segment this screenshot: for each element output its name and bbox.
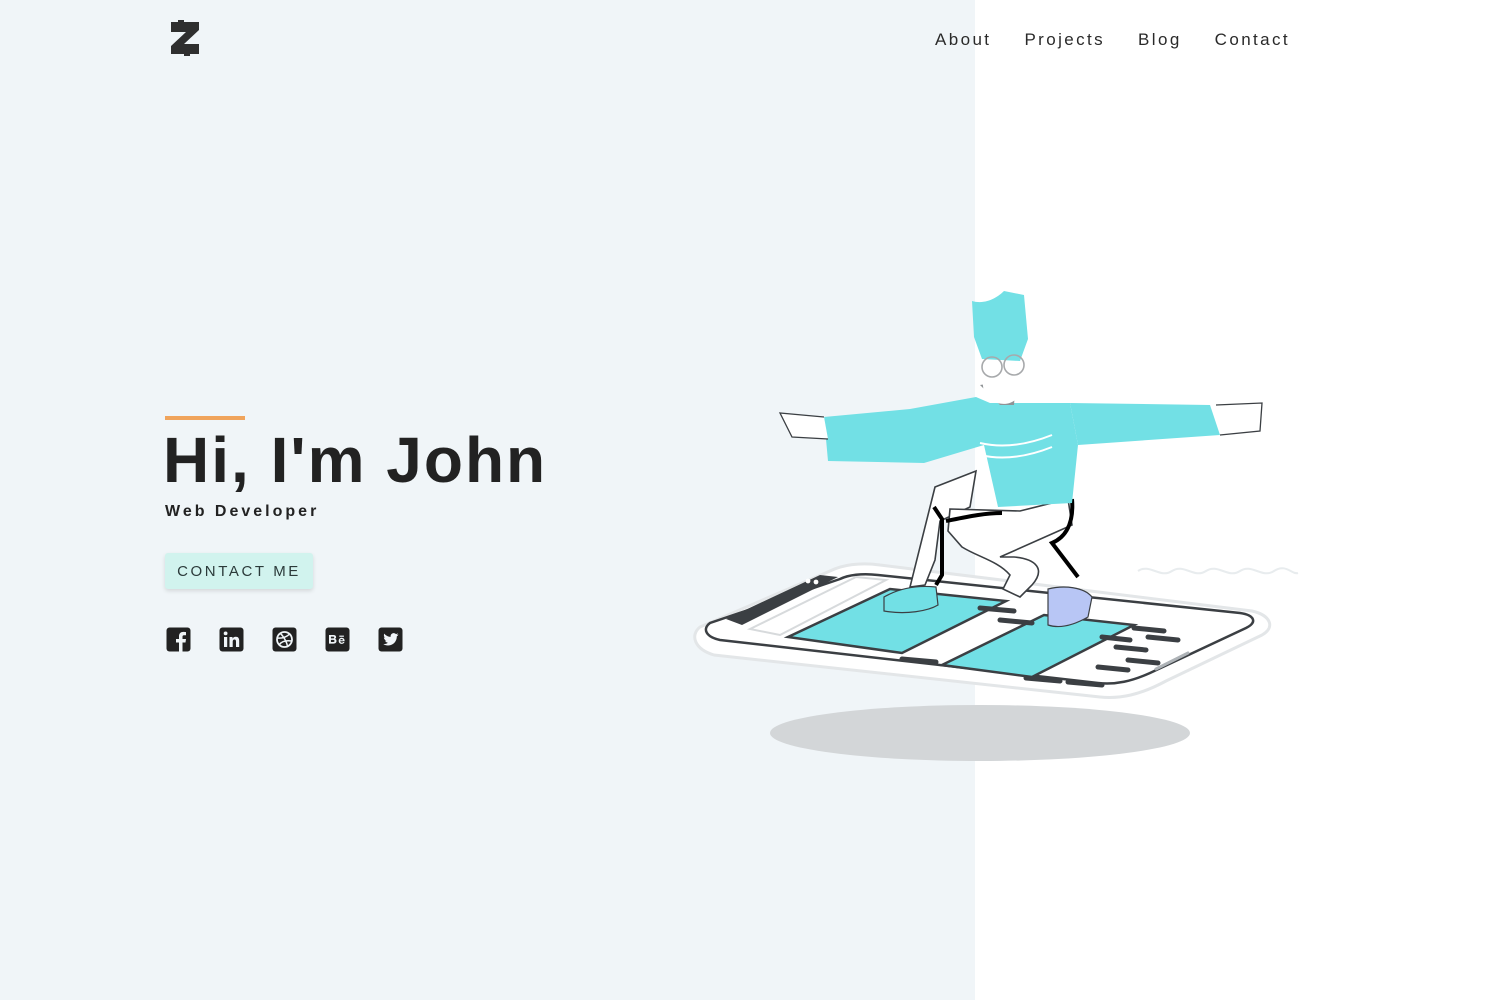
title-accent-line [165,416,245,420]
wave-decoration [1137,567,1299,575]
hero-title: Hi, I'm John [163,424,548,496]
nav-projects[interactable]: Projects [1024,30,1105,50]
hero-illustration [693,291,1299,761]
nav-contact[interactable]: Contact [1215,30,1290,50]
hero-subtitle: Web Developer [165,503,320,520]
contact-me-button[interactable]: CONTACT ME [165,553,313,589]
social-links [166,627,431,652]
phone-shadow [770,705,1190,761]
nav-blog[interactable]: Blog [1138,30,1182,50]
logo-icon[interactable] [168,20,202,56]
phone-illustration [693,562,1272,699]
linkedin-icon[interactable] [219,627,244,652]
main-nav: About Projects Blog Contact [935,30,1323,50]
dribbble-icon[interactable] [272,627,297,652]
behance-icon[interactable] [325,627,350,652]
nav-about[interactable]: About [935,30,991,50]
twitter-icon[interactable] [378,627,403,652]
facebook-icon[interactable] [166,627,191,652]
